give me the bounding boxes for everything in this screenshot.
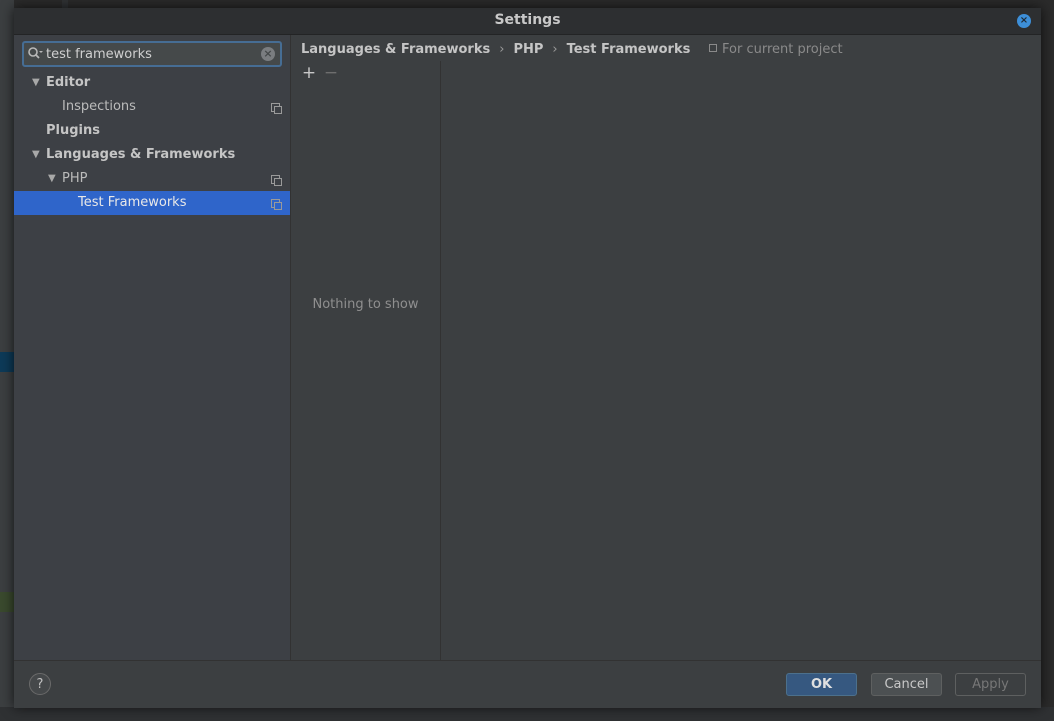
settings-content: Languages & Frameworks › PHP › Test Framewor… xyxy=(291,35,1041,660)
search-input[interactable] xyxy=(46,45,256,63)
settings-tree-panel: × ▼ Editor Inspections Plugins ▼ Languages & … xyxy=(14,35,291,660)
tree-item-label: Editor xyxy=(46,75,91,90)
dialog-footer: ? OK Cancel Apply xyxy=(14,660,1041,708)
breadcrumb-separator-icon: › xyxy=(499,42,505,57)
breadcrumb-item: Test Frameworks xyxy=(566,42,691,57)
tree-item[interactable]: ▼ Editor xyxy=(14,71,290,95)
ide-status-area xyxy=(0,707,1054,721)
tree-item-label: Plugins xyxy=(46,123,100,138)
breadcrumb-item: PHP xyxy=(513,42,544,57)
settings-dialog: Settings × × ▼ Editor Inspections Plugins ▼ L… xyxy=(14,8,1041,708)
expand-arrow-icon[interactable]: ▼ xyxy=(32,143,40,167)
expand-arrow-icon[interactable]: ▼ xyxy=(32,71,40,95)
close-icon[interactable]: × xyxy=(1017,14,1031,28)
ide-change-mark xyxy=(0,592,14,612)
tree-item-label: Test Frameworks xyxy=(78,195,187,210)
expand-arrow-icon[interactable]: ▼ xyxy=(48,167,56,191)
empty-list-message: Nothing to show xyxy=(312,297,419,312)
dialog-titlebar: Settings × xyxy=(14,8,1041,35)
ok-button[interactable]: OK xyxy=(786,673,857,696)
breadcrumb-separator-icon: › xyxy=(552,42,558,57)
framework-list[interactable]: Nothing to show xyxy=(291,61,441,660)
project-scope-icon xyxy=(709,44,717,52)
scope-indicator: For current project xyxy=(709,42,843,57)
scope-label: For current project xyxy=(722,42,843,57)
tree-item[interactable]: Inspections xyxy=(14,95,290,119)
tree-item[interactable]: ▼ Languages & Frameworks xyxy=(14,143,290,167)
apply-button[interactable]: Apply xyxy=(955,673,1026,696)
project-scope-icon xyxy=(271,199,282,210)
tree-item-label: Languages & Frameworks xyxy=(46,147,236,162)
search-field[interactable]: × xyxy=(22,41,282,67)
breadcrumb-item: Languages & Frameworks xyxy=(301,42,491,57)
search-icon[interactable] xyxy=(27,45,43,63)
dialog-title: Settings xyxy=(494,12,561,28)
cancel-button[interactable]: Cancel xyxy=(871,673,942,696)
breadcrumb: Languages & Frameworks › PHP › Test Framewor… xyxy=(301,42,690,60)
tree-item[interactable]: Plugins xyxy=(14,119,290,143)
clear-search-icon[interactable]: × xyxy=(261,47,275,61)
tree-item-label: PHP xyxy=(62,171,88,186)
tree-item[interactable]: Test Frameworks xyxy=(14,191,290,215)
project-scope-icon xyxy=(271,103,282,114)
tree-item[interactable]: ▼ PHP xyxy=(14,167,290,191)
tree-item-label: Inspections xyxy=(62,99,136,114)
project-scope-icon xyxy=(271,175,282,186)
help-button[interactable]: ? xyxy=(29,673,51,695)
ide-highlight-mark xyxy=(0,352,14,372)
